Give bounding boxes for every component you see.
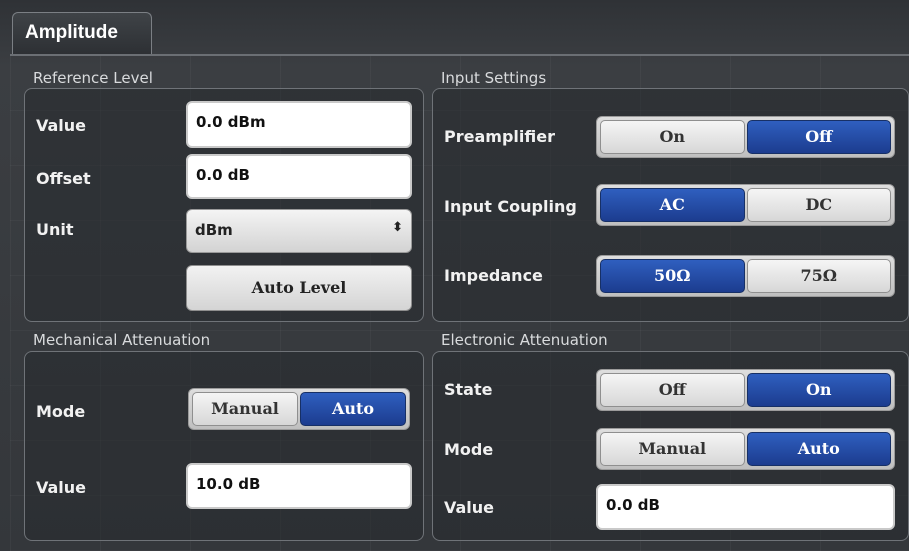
offset-label: Offset	[36, 169, 91, 188]
reference-level-title: Reference Level	[33, 69, 153, 87]
preamplifier-label: Preamplifier	[444, 127, 555, 146]
input-coupling-label: Input Coupling	[444, 197, 577, 216]
preamplifier-off-option[interactable]: Off	[746, 120, 891, 154]
unit-select-value: dBm	[195, 221, 233, 239]
preamplifier-toggle[interactable]: On Off	[596, 116, 895, 158]
impedance-75-option[interactable]: 75Ω	[746, 259, 891, 293]
mechanical-mode-toggle[interactable]: Manual Auto	[188, 388, 410, 430]
reference-value-field[interactable]: 0.0 dBm	[186, 101, 412, 148]
reference-value-label: Value	[36, 116, 87, 135]
unit-select[interactable]: dBm ⬍	[186, 209, 412, 253]
mechanical-value-field[interactable]: 10.0 dB	[186, 463, 412, 509]
auto-level-button[interactable]: Auto Level	[186, 265, 412, 311]
electronic-attenuation-title: Electronic Attenuation	[441, 331, 608, 349]
preamplifier-on-option[interactable]: On	[600, 120, 745, 154]
mechanical-mode-manual-option[interactable]: Manual	[192, 392, 298, 426]
impedance-50-option[interactable]: 50Ω	[600, 259, 745, 293]
unit-label: Unit	[36, 220, 74, 239]
mechanical-attenuation-group	[24, 351, 424, 541]
amplitude-dialog: Amplitude Reference Level Value 0.0 dBm …	[0, 0, 909, 551]
electronic-state-toggle[interactable]: Off On	[596, 369, 895, 411]
electronic-mode-auto-option[interactable]: Auto	[746, 432, 891, 466]
electronic-mode-label: Mode	[444, 440, 494, 459]
input-coupling-toggle[interactable]: AC DC	[596, 184, 895, 226]
input-coupling-ac-option[interactable]: AC	[600, 188, 745, 222]
impedance-toggle[interactable]: 50Ω 75Ω	[596, 255, 895, 297]
input-settings-title: Input Settings	[441, 69, 547, 87]
mechanical-mode-auto-option[interactable]: Auto	[300, 392, 406, 426]
electronic-value-label: Value	[444, 498, 495, 517]
electronic-mode-manual-option[interactable]: Manual	[600, 432, 745, 466]
electronic-state-off-option[interactable]: Off	[600, 373, 745, 407]
mechanical-mode-label: Mode	[36, 402, 86, 421]
updown-arrows-icon: ⬍	[392, 220, 403, 235]
tab-underline	[10, 54, 909, 56]
electronic-value-field[interactable]: 0.0 dB	[596, 484, 895, 530]
electronic-state-label: State	[444, 380, 493, 399]
input-coupling-dc-option[interactable]: DC	[746, 188, 891, 222]
impedance-label: Impedance	[444, 266, 543, 285]
offset-field[interactable]: 0.0 dB	[186, 154, 412, 199]
electronic-mode-toggle[interactable]: Manual Auto	[596, 428, 895, 470]
mechanical-attenuation-title: Mechanical Attenuation	[33, 331, 211, 349]
tab-amplitude[interactable]: Amplitude	[12, 12, 152, 54]
electronic-state-on-option[interactable]: On	[746, 373, 891, 407]
mechanical-value-label: Value	[36, 478, 87, 497]
